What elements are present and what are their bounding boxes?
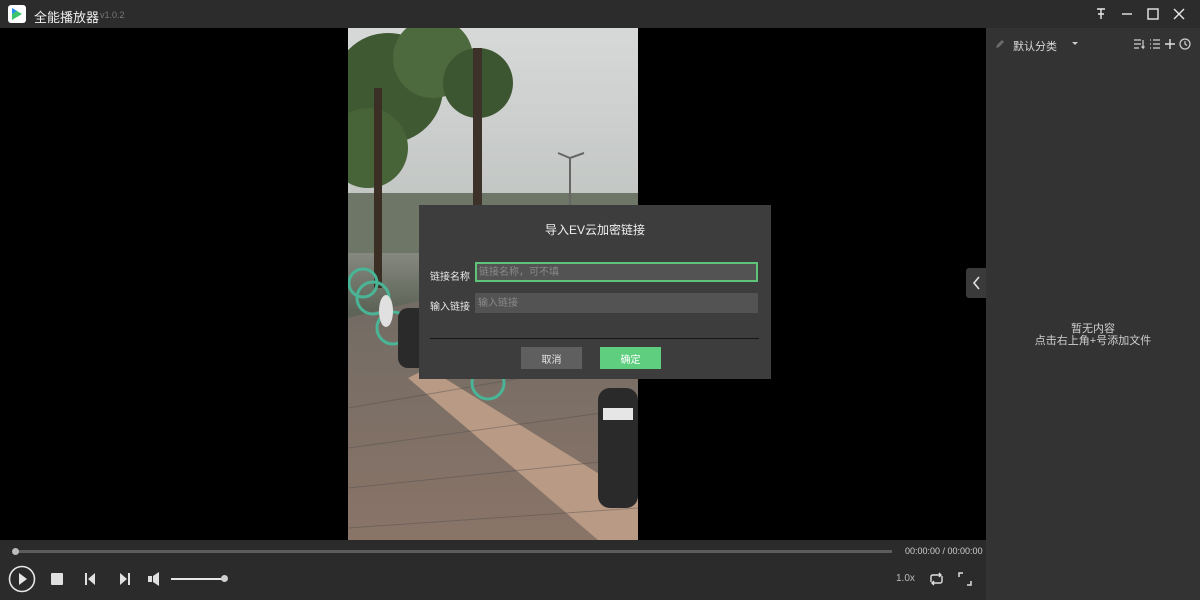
maximize-icon[interactable]: [1143, 4, 1163, 24]
control-bar: 00:00:00 / 00:00:00 1.0x: [0, 540, 986, 600]
progress-handle[interactable]: [12, 548, 19, 555]
panel-toggle-button[interactable]: [966, 268, 986, 298]
close-icon[interactable]: [1169, 4, 1189, 24]
link-name-input[interactable]: [475, 262, 758, 282]
loop-icon[interactable]: [928, 572, 945, 586]
playlist-header: 默认分类: [986, 28, 1200, 60]
volume-slider[interactable]: [171, 578, 223, 580]
import-link-dialog: 导入EV云加密链接 链接名称 输入链接 取消 确定: [419, 205, 771, 379]
link-url-input[interactable]: [475, 293, 758, 313]
fullscreen-icon[interactable]: [958, 572, 972, 586]
pencil-icon[interactable]: [995, 39, 1005, 49]
stop-button[interactable]: [51, 573, 63, 585]
time-display: 00:00:00 / 00:00:00: [905, 546, 983, 556]
dialog-divider: [430, 338, 759, 339]
history-icon[interactable]: [1178, 37, 1192, 51]
cancel-button[interactable]: 取消: [521, 347, 582, 369]
next-button[interactable]: [119, 573, 130, 585]
progress-bar[interactable]: [16, 550, 892, 553]
playlist-panel: 默认分类 暂无内容 点击右上角+号添加文件: [986, 28, 1200, 600]
add-icon[interactable]: [1163, 37, 1177, 51]
volume-fill: [171, 578, 223, 580]
chevron-down-icon[interactable]: [1072, 42, 1078, 46]
link-name-label: 链接名称: [430, 272, 470, 283]
app-title: 全能播放器: [34, 10, 100, 25]
volume-icon[interactable]: [148, 572, 162, 586]
link-url-label: 输入链接: [430, 302, 470, 313]
play-button[interactable]: [8, 565, 36, 593]
empty-state-hint: 点击右上角+号添加文件: [1034, 335, 1152, 347]
app-version: v1.0.2: [100, 10, 125, 20]
sort-icon[interactable]: [1132, 37, 1146, 51]
pin-icon[interactable]: [1091, 4, 1111, 24]
title-bar: 全能播放器 v1.0.2: [0, 0, 1200, 28]
minimize-icon[interactable]: [1117, 4, 1137, 24]
category-dropdown[interactable]: 默认分类: [1013, 38, 1057, 54]
list-icon[interactable]: [1148, 37, 1162, 51]
dialog-title: 导入EV云加密链接: [544, 223, 645, 237]
confirm-button[interactable]: 确定: [600, 347, 661, 369]
playback-speed[interactable]: 1.0x: [896, 573, 915, 584]
chevron-left-icon: [972, 276, 980, 290]
volume-handle[interactable]: [221, 575, 228, 582]
previous-button[interactable]: [85, 573, 96, 585]
app-logo-icon: [8, 5, 26, 23]
